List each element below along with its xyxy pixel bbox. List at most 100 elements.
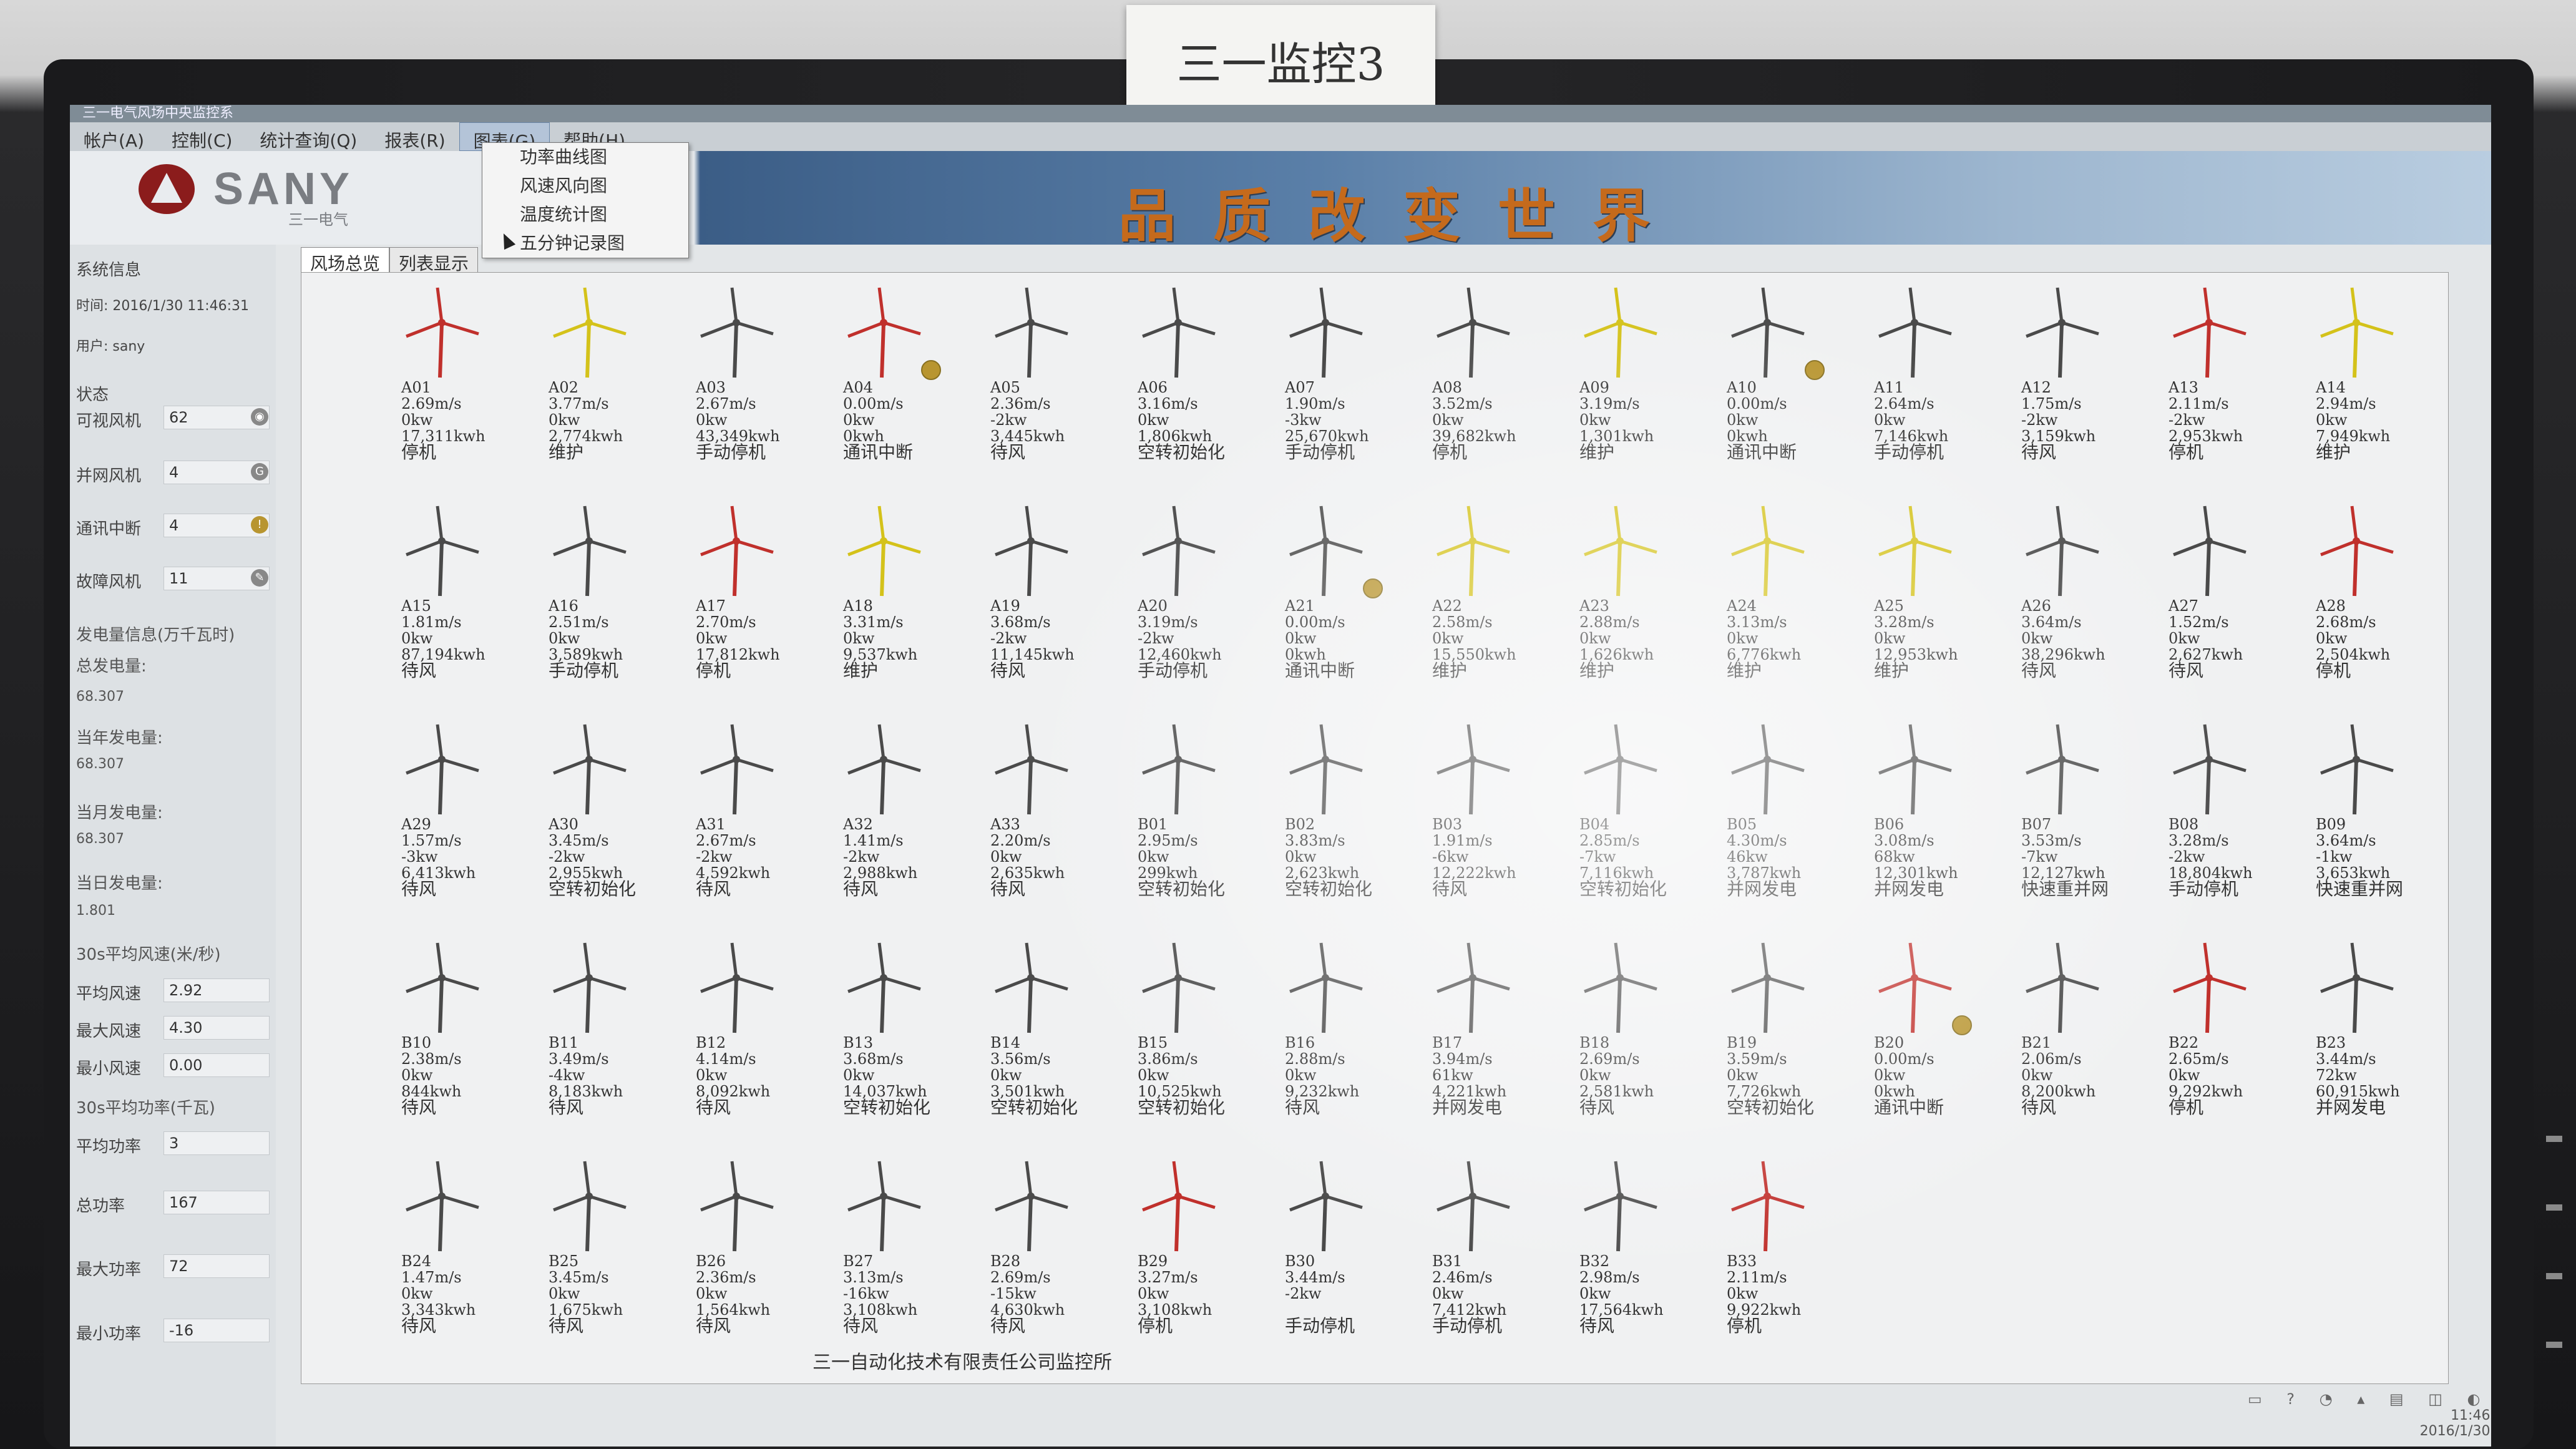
turbine-b22[interactable]: B22 2.65m/s 0kw 9,292kwh 停机 [2162,940,2306,1128]
turbine-a08[interactable]: A08 3.52m/s 0kw 39,682kwh 停机 [1426,285,1569,472]
max-wind-value: 4.30 [163,1016,270,1040]
turbine-a07[interactable]: A07 1.90m/s -3kw 25,670kwh 手动停机 [1279,285,1422,472]
turbine-b30[interactable]: B30 3.44m/s -2kw 手动停机 [1279,1159,1422,1346]
turbine-a05[interactable]: A05 2.36m/s -2kw 3,445kwh 待风 [984,285,1128,472]
turbine-b04[interactable]: B04 2.85m/s -7kw 7,116kwh 空转初始化 [1573,722,1717,909]
turbine-b01[interactable]: B01 2.95m/s 0kw 299kwh 空转初始化 [1131,722,1275,909]
turbine-a18[interactable]: A18 3.31m/s 0kw 9,537kwh 维护 [837,504,980,691]
turbine-b28[interactable]: B28 2.69m/s -15kw 4,630kwh 待风 [984,1159,1128,1346]
menu-item-power-curve[interactable]: 功率曲线图 [482,143,688,172]
turbine-b17[interactable]: B17 3.94m/s 61kw 4,221kwh 并网发电 [1426,940,1569,1128]
turbine-b20[interactable]: B20 0.00m/s 0kw 0kwh 通讯中断 [1868,940,2011,1128]
turbine-b07[interactable]: B07 3.53m/s -7kw 12,127kwh 快速重并网 [2015,722,2159,909]
turbine-id: A12 [2021,379,2051,396]
turbine-a31[interactable]: A31 2.67m/s -2kw 4,592kwh 待风 [690,722,833,909]
turbine-status: 通讯中断 [843,442,914,462]
turbine-b25[interactable]: B25 3.45m/s 0kw 1,675kwh 待风 [542,1159,686,1346]
turbine-power: 0kw [549,630,580,647]
turbine-icon [1142,724,1216,815]
max-wind-label: 最大风速 [76,1022,142,1041]
turbine-icon [406,942,479,1033]
turbine-wind: 2.38m/s [401,1050,462,1068]
turbine-b23[interactable]: B23 3.44m/s 72kw 60,915kwh 并网发电 [2310,940,2453,1128]
turbine-b03[interactable]: B03 1.91m/s -6kw 12,222kwh 待风 [1426,722,1569,909]
total-power-label: 总功率 [76,1197,125,1216]
turbine-b29[interactable]: B29 3.27m/s 0kw 3,108kwh 停机 [1131,1159,1275,1346]
turbine-a24[interactable]: A24 3.13m/s 0kw 6,776kwh 维护 [1720,504,1864,691]
turbine-b12[interactable]: B12 4.14m/s 0kw 8,092kwh 待风 [690,940,833,1128]
turbine-a15[interactable]: A15 1.81m/s 0kw 87,194kwh 待风 [395,504,539,691]
turbine-a29[interactable]: A29 1.57m/s -3kw 6,413kwh 待风 [395,722,539,909]
menu-control[interactable]: 控制(C) [158,122,246,151]
turbine-status: 维护 [1579,442,1615,462]
turbine-a19[interactable]: A19 3.68m/s -2kw 11,145kwh 待风 [984,504,1128,691]
turbine-a32[interactable]: A32 1.41m/s -2kw 2,988kwh 待风 [837,722,980,909]
turbine-id: A14 [2316,379,2346,396]
turbine-a09[interactable]: A09 3.19m/s 0kw 1,301kwh 维护 [1573,285,1717,472]
turbine-b02[interactable]: B02 3.83m/s 0kw 2,623kwh 空转初始化 [1279,722,1422,909]
turbine-icon [700,1161,774,1252]
fault-label: 故障风机 [76,573,142,592]
turbine-b11[interactable]: B11 3.49m/s -4kw 8,183kwh 待风 [542,940,686,1128]
turbine-b24[interactable]: B24 1.47m/s 0kw 3,343kwh 待风 [395,1159,539,1346]
turbine-b26[interactable]: B26 2.36m/s 0kw 1,564kwh 待风 [690,1159,833,1346]
turbine-b21[interactable]: B21 2.06m/s 0kw 8,200kwh 待风 [2015,940,2159,1128]
turbine-a33[interactable]: A33 2.20m/s 0kw 2,635kwh 待风 [984,722,1128,909]
turbine-a20[interactable]: A20 3.19m/s -2kw 12,460kwh 手动停机 [1131,504,1275,691]
turbine-b32[interactable]: B32 2.98m/s 0kw 17,564kwh 待风 [1573,1159,1717,1346]
turbine-a16[interactable]: A16 2.51m/s 0kw 3,589kwh 手动停机 [542,504,686,691]
turbine-a12[interactable]: A12 1.75m/s -2kw 3,159kwh 待风 [2015,285,2159,472]
turbine-a27[interactable]: A27 1.52m/s 0kw 2,627kwh 待风 [2162,504,2306,691]
turbine-a10[interactable]: A10 0.00m/s 0kw 0kwh 通讯中断 [1720,285,1864,472]
monitor-screen: 三一电气风场中央监控系 帐户(A) 控制(C) 统计查询(Q) 报表(R) 图表… [70,105,2491,1447]
turbine-power: 72kw [2316,1066,2357,1084]
turbine-a25[interactable]: A25 3.28m/s 0kw 12,953kwh 维护 [1868,504,2011,691]
turbine-b27[interactable]: B27 3.13m/s -16kw 3,108kwh 待风 [837,1159,980,1346]
turbine-a01[interactable]: A01 2.69m/s 0kw 17,311kwh 停机 [395,285,539,472]
turbine-a23[interactable]: A23 2.88m/s 0kw 1,626kwh 维护 [1573,504,1717,691]
status-heading: 状态 [76,386,109,404]
turbine-a21[interactable]: A21 0.00m/s 0kw 0kwh 通讯中断 [1279,504,1422,691]
turbine-icon [406,505,479,597]
turbine-b33[interactable]: B33 2.11m/s 0kw 9,922kwh 停机 [1720,1159,1864,1346]
turbine-a13[interactable]: A13 2.11m/s -2kw 2,953kwh 停机 [2162,285,2306,472]
turbine-id: A04 [843,379,873,396]
turbine-wind: 3.83m/s [1285,832,1345,849]
turbine-b13[interactable]: B13 3.68m/s 0kw 14,037kwh 空转初始化 [837,940,980,1128]
turbine-a06[interactable]: A06 3.16m/s 0kw 1,806kwh 空转初始化 [1131,285,1275,472]
menu-stats[interactable]: 统计查询(Q) [246,122,371,151]
turbine-a22[interactable]: A22 2.58m/s 0kw 15,550kwh 维护 [1426,504,1569,691]
turbine-power: 0kw [990,1066,1022,1084]
turbine-b06[interactable]: B06 3.08m/s 68kw 12,301kwh 并网发电 [1868,722,2011,909]
turbine-id: A06 [1138,379,1168,396]
turbine-b18[interactable]: B18 2.69m/s 0kw 2,581kwh 待风 [1573,940,1717,1128]
turbine-a11[interactable]: A11 2.64m/s 0kw 7,146kwh 手动停机 [1868,285,2011,472]
menu-account[interactable]: 帐户(A) [70,122,158,151]
turbine-a02[interactable]: A02 3.77m/s 0kw 2,774kwh 维护 [542,285,686,472]
turbine-b09[interactable]: B09 3.64m/s -1kw 3,653kwh 快速重并网 [2310,722,2453,909]
menu-item-wind-direction[interactable]: 风速风向图 [482,172,688,200]
menu-report[interactable]: 报表(R) [371,122,459,151]
turbine-b31[interactable]: B31 2.46m/s 0kw 7,412kwh 手动停机 [1426,1159,1569,1346]
turbine-a03[interactable]: A03 2.67m/s 0kw 43,349kwh 手动停机 [690,285,833,472]
turbine-power: 46kw [1727,848,1768,866]
turbine-id: B23 [2316,1034,2346,1051]
turbine-a28[interactable]: A28 2.68m/s 0kw 2,504kwh 停机 [2310,504,2453,691]
turbine-status: 空转初始化 [1285,879,1373,899]
turbine-a04[interactable]: A04 0.00m/s 0kw 0kwh 通讯中断 [837,285,980,472]
turbine-a14[interactable]: A14 2.94m/s 0kw 7,949kwh 维护 [2310,285,2453,472]
turbine-a17[interactable]: A17 2.70m/s 0kw 17,812kwh 停机 [690,504,833,691]
turbine-a26[interactable]: A26 3.64m/s 0kw 38,296kwh 待风 [2015,504,2159,691]
year-gen-value: 68.307 [76,756,124,772]
menu-item-temperature[interactable]: 温度统计图 [482,200,688,229]
turbine-b08[interactable]: B08 3.28m/s -2kw 18,804kwh 手动停机 [2162,722,2306,909]
turbine-b16[interactable]: B16 2.88m/s 0kw 9,232kwh 待风 [1279,940,1422,1128]
turbine-b19[interactable]: B19 3.59m/s 0kw 7,726kwh 空转初始化 [1720,940,1864,1128]
turbine-a30[interactable]: A30 3.45m/s -2kw 2,955kwh 空转初始化 [542,722,686,909]
turbine-b10[interactable]: B10 2.38m/s 0kw 844kwh 待风 [395,940,539,1128]
turbine-status: 手动停机 [1285,442,1355,462]
turbine-b14[interactable]: B14 3.56m/s 0kw 3,501kwh 空转初始化 [984,940,1128,1128]
turbine-b15[interactable]: B15 3.86m/s 0kw 10,525kwh 空转初始化 [1131,940,1275,1128]
turbine-power: 0kw [549,411,580,429]
turbine-b05[interactable]: B05 4.30m/s 46kw 3,787kwh 并网发电 [1720,722,1864,909]
